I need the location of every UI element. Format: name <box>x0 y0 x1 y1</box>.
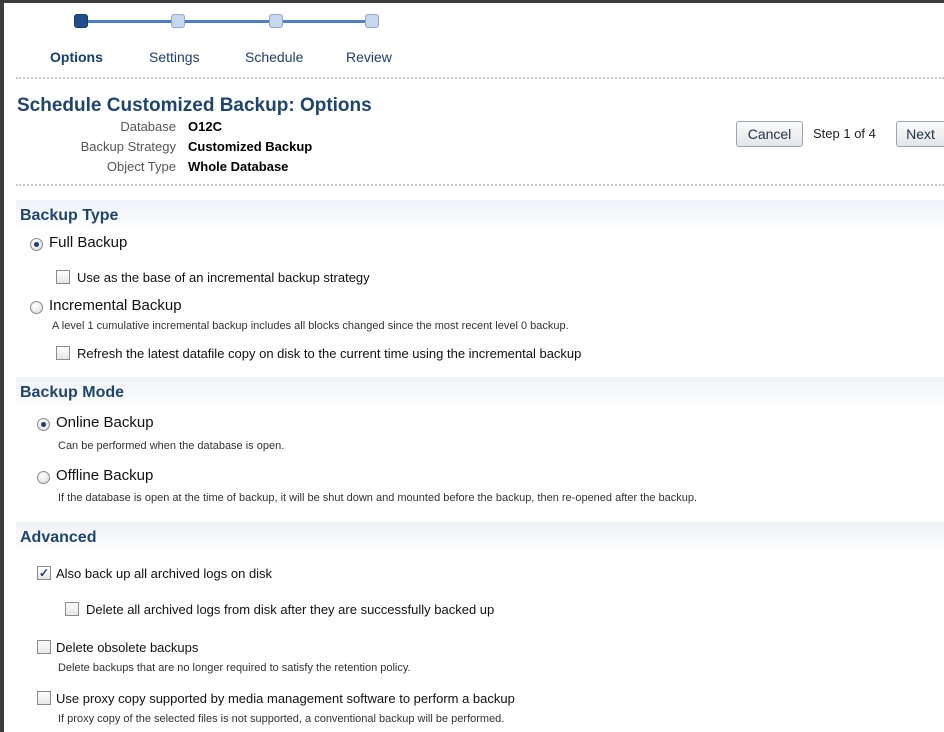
incremental-backup-label[interactable]: Incremental Backup <box>49 297 182 314</box>
info-value: Whole Database <box>188 159 289 174</box>
delete-obsolete-desc: Delete backups that are no longer requir… <box>58 662 411 674</box>
train-connector <box>84 20 372 23</box>
delete-obsolete-checkbox[interactable] <box>37 640 51 654</box>
archived-logs-label[interactable]: Also back up all archived logs on disk <box>56 566 272 581</box>
train-node-settings[interactable] <box>171 14 185 28</box>
incremental-backup-desc: A level 1 cumulative incremental backup … <box>52 320 569 332</box>
info-label: Database <box>120 119 176 134</box>
offline-backup-label[interactable]: Offline Backup <box>56 467 153 484</box>
info-label: Object Type <box>106 159 176 174</box>
proxy-copy-desc: If proxy copy of the selected files is n… <box>58 713 505 725</box>
next-button[interactable]: Next <box>896 121 944 147</box>
window-frame-left <box>0 0 4 732</box>
section-advanced: Advanced <box>16 522 944 552</box>
proxy-copy-checkbox[interactable] <box>37 691 51 705</box>
proxy-copy-label[interactable]: Use proxy copy supported by media manage… <box>56 691 515 706</box>
train-label-options: Options <box>50 49 103 65</box>
section-backup-type: Backup Type <box>16 200 944 230</box>
divider <box>16 184 944 186</box>
section-heading: Backup Mode <box>20 384 125 401</box>
delete-obsolete-label[interactable]: Delete obsolete backups <box>56 640 198 655</box>
section-heading: Backup Type <box>20 207 119 224</box>
train-node-options <box>74 14 88 28</box>
page-title: Schedule Customized Backup: Options <box>17 95 372 116</box>
cancel-button[interactable]: Cancel <box>736 121 803 147</box>
info-value: O12C <box>188 119 222 134</box>
info-value: Customized Backup <box>188 139 313 154</box>
section-backup-mode: Backup Mode <box>16 377 944 407</box>
base-incremental-checkbox[interactable] <box>56 270 70 284</box>
train-label-schedule[interactable]: Schedule <box>245 49 303 65</box>
train-label-settings[interactable]: Settings <box>149 49 200 65</box>
refresh-datafile-checkbox[interactable] <box>56 346 70 360</box>
offline-backup-radio[interactable] <box>37 471 50 484</box>
full-backup-label[interactable]: Full Backup <box>49 234 127 251</box>
delete-archived-checkbox[interactable] <box>65 602 79 616</box>
incremental-backup-radio[interactable] <box>30 301 43 314</box>
full-backup-radio[interactable] <box>30 238 43 251</box>
step-indicator: Step 1 of 4 <box>813 126 876 141</box>
train-node-schedule[interactable] <box>269 14 283 28</box>
refresh-datafile-label[interactable]: Refresh the latest datafile copy on disk… <box>77 346 581 361</box>
train-node-review[interactable] <box>365 14 379 28</box>
online-backup-desc: Can be performed when the database is op… <box>58 440 285 452</box>
window-frame-top <box>0 0 944 3</box>
online-backup-label[interactable]: Online Backup <box>56 414 154 431</box>
delete-archived-label[interactable]: Delete all archived logs from disk after… <box>86 602 494 617</box>
section-heading: Advanced <box>20 529 97 546</box>
divider <box>16 77 944 79</box>
train-label-review[interactable]: Review <box>346 49 392 65</box>
archived-logs-checkbox[interactable]: ✓ <box>37 566 51 580</box>
offline-backup-desc: If the database is open at the time of b… <box>58 492 698 504</box>
base-incremental-label[interactable]: Use as the base of an incremental backup… <box>77 270 370 285</box>
online-backup-radio[interactable] <box>37 418 50 431</box>
info-label: Backup Strategy <box>80 139 176 154</box>
